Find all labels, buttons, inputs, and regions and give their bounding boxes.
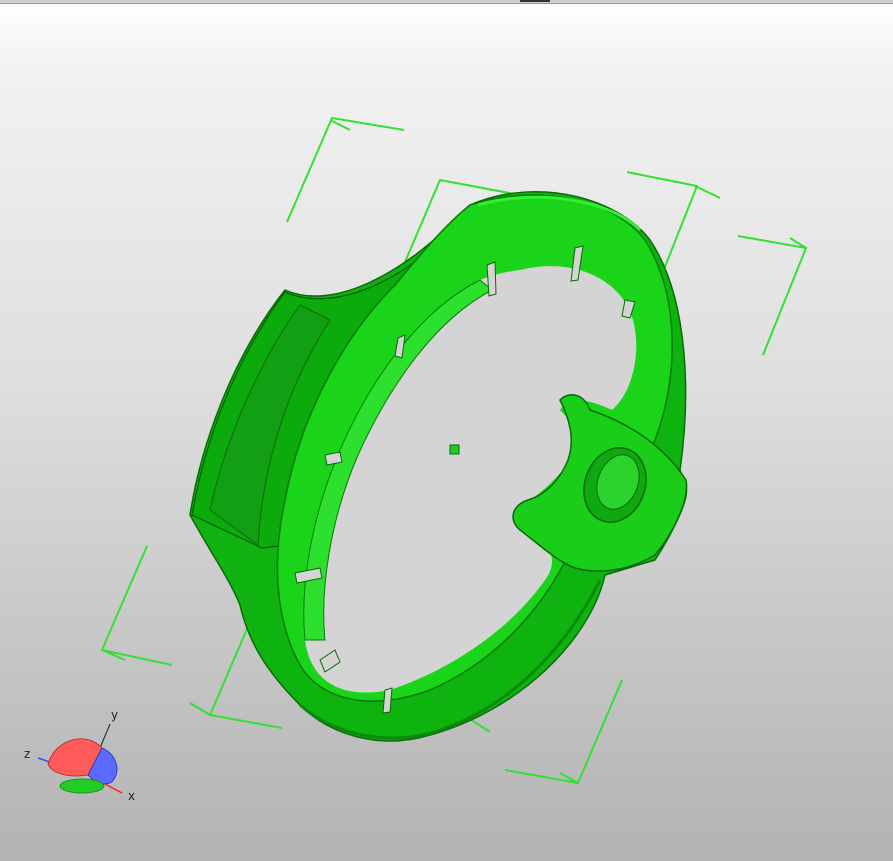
y-axis-line [99,723,111,749]
bbox-corner [100,545,173,666]
gizmo-y-label: y [111,708,118,722]
scene: y z x [24,116,808,803]
gizmo-x-label: x [128,789,135,803]
gizmo-green-disc [59,778,105,794]
bbox-corner [286,116,405,223]
3d-viewport[interactable]: y z x [0,0,893,861]
gizmo-z-label: z [24,747,30,761]
rotation-center-marker [449,444,460,455]
notch [486,261,497,297]
bbox-corner [504,679,623,785]
bbox-corner [737,235,808,356]
3d-model[interactable] [189,191,688,742]
notch [382,687,393,714]
axes-gizmo[interactable]: y z x [24,708,135,803]
